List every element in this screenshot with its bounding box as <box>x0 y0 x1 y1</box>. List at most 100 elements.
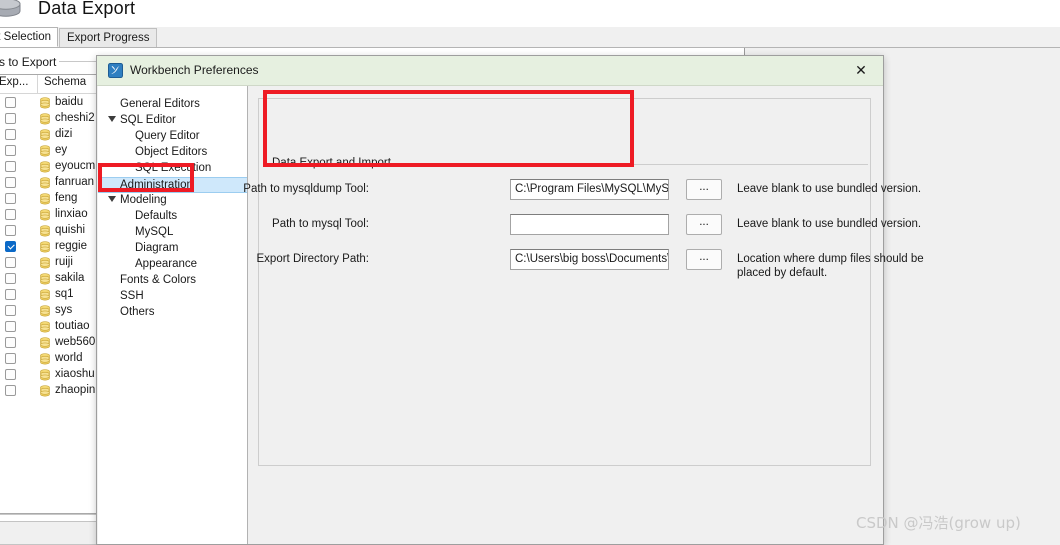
field-hint-text: Leave blank to use bundled version. <box>737 218 922 230</box>
schema-export-checkbox[interactable] <box>5 97 16 108</box>
schema-export-checkbox[interactable] <box>5 129 16 140</box>
field-hint-text: Location where dump files should be plac… <box>737 253 924 279</box>
schema-export-checkbox[interactable] <box>5 209 16 220</box>
wizard-header: Data Export <box>0 0 1060 27</box>
schema-export-checkbox[interactable] <box>5 257 16 268</box>
path-input[interactable]: C:\Program Files\MySQL\MySQL S <box>510 179 669 200</box>
schema-name: baidu <box>55 96 84 108</box>
table-row[interactable]: toutiao <box>0 319 96 335</box>
nav-item-sql-execution[interactable]: SQL Execution <box>98 161 247 177</box>
table-row[interactable]: linxiao <box>0 207 96 223</box>
nav-item-label: Fonts & Colors <box>120 274 197 286</box>
schema-export-checkbox[interactable] <box>5 369 16 380</box>
nav-item-fonts-colors[interactable]: Fonts & Colors <box>98 273 247 289</box>
schema-database-icon <box>40 257 50 269</box>
table-row[interactable]: fanruan <box>0 175 96 191</box>
schema-database-icon <box>40 177 50 189</box>
nav-item-label: Query Editor <box>135 130 200 142</box>
table-row[interactable]: ey <box>0 143 96 159</box>
nav-item-label: SQL Execution <box>135 162 212 174</box>
schema-name: sakila <box>55 272 85 284</box>
table-row[interactable]: cheshi2 <box>0 111 96 127</box>
table-row[interactable]: zhaopin <box>0 383 96 399</box>
table-row[interactable]: baidu <box>0 95 96 111</box>
browse-button[interactable]: ... <box>686 249 722 270</box>
preference-field-row: Export Directory Path: C:\Users\big boss\… <box>97 249 924 279</box>
schema-export-checkbox[interactable] <box>5 273 16 284</box>
nav-item-others[interactable]: Others <box>98 305 247 321</box>
table-row[interactable]: quishi <box>0 223 96 239</box>
chevron-down-icon[interactable] <box>108 116 116 122</box>
browse-button[interactable]: ... <box>686 179 722 200</box>
schema-name: reggie <box>55 240 87 252</box>
schema-export-checkbox[interactable] <box>5 113 16 124</box>
table-row[interactable]: web560 <box>0 335 96 351</box>
schema-database-icon <box>40 289 50 301</box>
schema-export-checkbox[interactable] <box>5 225 16 236</box>
preferences-nav-tree[interactable]: General Editors SQL Editor Query Editor Obj… <box>98 86 248 544</box>
close-icon[interactable]: ✕ <box>839 56 883 85</box>
table-row[interactable]: sq1 <box>0 287 96 303</box>
schema-export-checkbox[interactable] <box>5 305 16 316</box>
table-row[interactable]: reggie <box>0 239 96 255</box>
path-input[interactable] <box>510 214 669 235</box>
schema-database-icon <box>40 337 50 349</box>
schema-database-icon <box>40 193 50 205</box>
table-row[interactable]: ruiji <box>0 255 96 271</box>
field-label: Export Directory Path: <box>256 253 369 265</box>
nav-item-object-editors[interactable]: Object Editors <box>98 145 247 161</box>
column-divider <box>37 75 38 93</box>
tab-export-progress[interactable]: Export Progress <box>59 28 158 47</box>
table-row[interactable]: eyoucm <box>0 159 96 175</box>
preference-field-row: Path to mysql Tool:... Leave blank to use… <box>97 214 921 238</box>
field-hint-text: Leave blank to use bundled version. <box>737 183 922 195</box>
schema-name: ruiji <box>55 256 73 268</box>
watermark: CSDN @冯浩(grow up) <box>856 514 1021 532</box>
nav-item-label: General Editors <box>120 98 200 110</box>
dialog-titlebar: Workbench Preferences ✕ <box>97 56 883 86</box>
schema-database-icon <box>40 113 50 125</box>
table-row[interactable]: feng <box>0 191 96 207</box>
schema-database-icon <box>40 129 50 141</box>
schema-export-checkbox[interactable] <box>5 177 16 188</box>
schema-export-checkbox[interactable] <box>5 289 16 300</box>
schema-database-icon <box>40 145 50 157</box>
schema-export-checkbox[interactable] <box>5 353 16 364</box>
nav-item-general-editors[interactable]: General Editors <box>98 97 247 113</box>
path-input[interactable]: C:\Users\big boss\Documents\dum <box>510 249 669 270</box>
schema-list[interactable]: Exp... Schema baidu cheshi2 dizi ey eyoucm fa… <box>0 74 97 514</box>
schema-database-icon <box>40 97 50 109</box>
schema-database-icon <box>40 385 50 397</box>
schema-list-header: Exp... Schema <box>0 75 96 94</box>
table-row[interactable]: world <box>0 351 96 367</box>
page-title: Data Export <box>38 0 136 18</box>
table-row[interactable]: xiaoshu <box>0 367 96 383</box>
schema-database-icon <box>40 209 50 221</box>
table-row[interactable]: dizi <box>0 127 96 143</box>
column-header-export: Exp... <box>0 76 29 88</box>
schema-name: cheshi2 <box>55 112 95 124</box>
tab-object-selection[interactable]: ct Selection <box>0 27 58 47</box>
schema-export-checkbox[interactable] <box>5 193 16 204</box>
workbench-dolphin-icon <box>108 63 123 78</box>
schema-export-checkbox[interactable] <box>5 321 16 332</box>
table-row[interactable]: sys <box>0 303 96 319</box>
nav-item-query-editor[interactable]: Query Editor <box>98 129 247 145</box>
schema-export-checkbox[interactable] <box>5 145 16 156</box>
schema-name: web560 <box>55 336 96 348</box>
nav-item-sql-editor[interactable]: SQL Editor <box>98 113 247 129</box>
schema-database-icon <box>40 241 50 253</box>
schema-export-checkbox[interactable] <box>5 161 16 172</box>
schema-export-checkbox[interactable] <box>5 241 16 252</box>
schema-export-checkbox[interactable] <box>5 385 16 396</box>
table-row[interactable]: sakila <box>0 271 96 287</box>
nav-item-label: SSH <box>120 290 144 302</box>
field-label: Path to mysql Tool: <box>272 218 369 230</box>
group-box-rule <box>388 164 868 165</box>
schema-database-icon <box>40 305 50 317</box>
browse-button[interactable]: ... <box>686 214 722 235</box>
schema-name: quishi <box>55 224 86 236</box>
schema-export-checkbox[interactable] <box>5 337 16 348</box>
nav-item-ssh[interactable]: SSH <box>98 289 247 305</box>
preference-field-row: Path to mysqldump Tool: C:\Program Files\… <box>97 179 921 203</box>
